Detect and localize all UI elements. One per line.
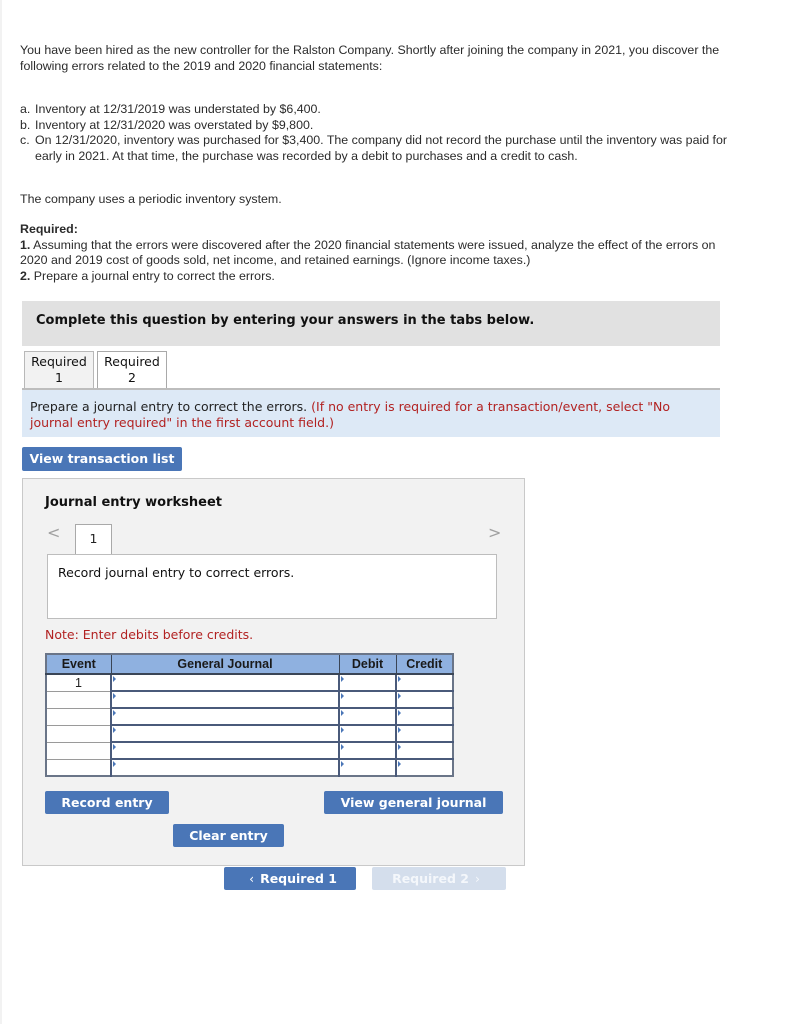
table-row [45,758,454,777]
credit-input[interactable] [395,673,454,692]
account-input[interactable] [110,690,340,709]
error-text: Inventory at 12/31/2019 was understated … [35,102,321,116]
tab-label-line1: Required [104,354,160,369]
left-border [0,0,2,1024]
debit-input[interactable] [338,741,397,760]
prev-required-label: Required 1 [260,871,337,886]
column-header-credit: Credit [395,653,454,675]
column-header-general-journal: General Journal [110,653,340,675]
error-item-c: c. On 12/31/2020, inventory was purchased… [20,133,730,164]
record-entry-button[interactable]: Record entry [45,791,169,814]
credit-input[interactable] [395,690,454,709]
event-cell: 1 [45,673,112,692]
account-input[interactable] [110,724,340,743]
table-row [45,690,454,709]
account-input[interactable] [110,673,340,692]
journal-header-row: Event General Journal Debit Credit [45,653,454,675]
error-text: On 12/31/2020, inventory was purchased f… [35,133,728,163]
table-row [45,741,454,760]
chevron-right-icon: › [474,871,480,886]
required-num: 1. [20,237,31,252]
worksheet-title: Journal entry worksheet [45,495,222,510]
chevron-right-icon[interactable]: > [488,523,501,542]
debit-input[interactable] [338,673,397,692]
column-header-debit: Debit [338,653,397,675]
clear-entry-button[interactable]: Clear entry [173,824,284,847]
intro-text: You have been hired as the new controlle… [20,43,720,73]
error-label: a. [20,102,31,116]
event-cell [45,724,112,743]
next-required-button: Required 2 › [372,867,506,890]
tab-instruction: Prepare a journal entry to correct the e… [22,388,720,437]
event-cell [45,707,112,726]
instructions-banner: Complete this question by entering your … [22,301,720,346]
required-item-2: 2. Prepare a journal entry to correct th… [20,269,730,285]
journal-table: Event General Journal Debit Credit 1 [45,653,454,777]
event-cell [45,690,112,709]
debit-input[interactable] [338,758,397,777]
account-input[interactable] [110,741,340,760]
system-note: The company uses a periodic inventory sy… [20,192,282,206]
error-item-b: b. Inventory at 12/31/2020 was overstated… [20,118,730,134]
required-text: Assuming that the errors were discovered… [20,237,716,268]
column-header-event: Event [45,653,112,675]
table-row: 1 [45,673,454,692]
account-input[interactable] [110,758,340,777]
worksheet-note: Note: Enter debits before credits. [45,627,254,642]
required-text: Prepare a journal entry to correct the e… [33,268,275,283]
debit-input[interactable] [338,690,397,709]
credit-input[interactable] [395,707,454,726]
required-item-1: 1. Assuming that the errors were discove… [20,238,730,269]
worksheet-description: Record journal entry to correct errors. [47,554,497,619]
required-num: 2. [20,268,31,283]
worksheet-page-tab[interactable]: 1 [75,524,112,554]
tab-label-line2: 1 [55,370,63,385]
required-heading: Required: [20,222,78,236]
error-item-a: a. Inventory at 12/31/2019 was understate… [20,102,730,118]
table-row [45,707,454,726]
tab-label-line1: Required [31,354,87,369]
account-input[interactable] [110,707,340,726]
chevron-left-icon[interactable]: < [47,523,60,542]
error-list: a. Inventory at 12/31/2019 was understate… [20,102,730,164]
error-text: Inventory at 12/31/2020 was overstated b… [35,117,314,132]
debit-input[interactable] [338,724,397,743]
banner-text: Complete this question by entering your … [36,313,535,328]
tab-label-line2: 2 [128,370,136,385]
tab-required-2[interactable]: Required 2 [97,351,167,388]
error-label: b. [20,117,31,132]
required-section: Required: 1. Assuming that the errors we… [20,222,730,284]
credit-input[interactable] [395,724,454,743]
instruction-main: Prepare a journal entry to correct the e… [30,399,308,414]
error-label: c. [20,133,30,147]
event-cell [45,758,112,777]
event-cell [45,741,112,760]
credit-input[interactable] [395,758,454,777]
table-row [45,724,454,743]
tab-required-1[interactable]: Required 1 [24,351,94,388]
chevron-left-icon: ‹ [249,871,255,886]
credit-input[interactable] [395,741,454,760]
debit-input[interactable] [338,707,397,726]
journal-entry-worksheet: Journal entry worksheet < 1 > Record jou… [22,478,525,866]
view-transaction-list-button[interactable]: View transaction list [22,447,182,471]
next-required-label: Required 2 [392,871,469,886]
prev-required-button[interactable]: ‹ Required 1 [224,867,356,890]
view-general-journal-button[interactable]: View general journal [324,791,503,814]
